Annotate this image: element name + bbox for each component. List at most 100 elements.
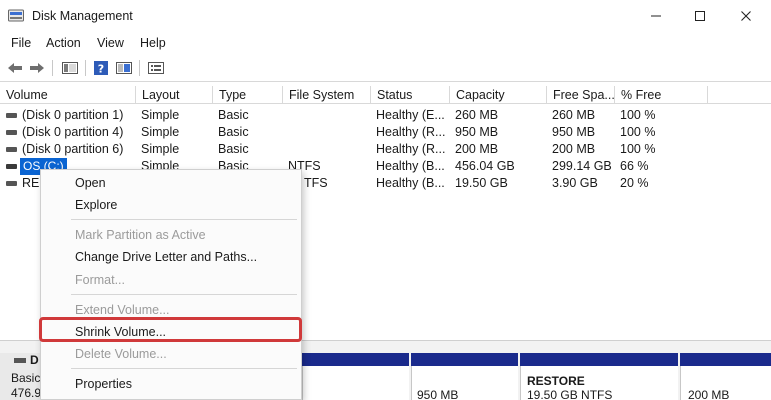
menu-item-mark-active: Mark Partition as Active <box>75 228 206 242</box>
column-header-percent-free[interactable]: % Free <box>615 86 708 104</box>
partition-size: 200 MB <box>688 388 730 400</box>
capacity-cell: 200 MB <box>455 142 499 156</box>
column-header-file-system[interactable]: File System <box>283 86 371 104</box>
back-button[interactable] <box>5 58 25 78</box>
menu-file[interactable]: File <box>11 36 31 50</box>
menu-help[interactable]: Help <box>140 36 166 50</box>
menu-separator <box>71 294 297 295</box>
show-console-tree-button[interactable] <box>60 58 80 78</box>
volume-name: (Disk 0 partition 1) <box>22 108 124 122</box>
volume-icon <box>6 147 17 152</box>
volume-icon <box>6 113 17 118</box>
partition-header-bar <box>520 353 678 366</box>
capacity-cell: 456.04 GB <box>455 159 515 173</box>
minimize-button[interactable] <box>633 0 679 32</box>
partition-size: 950 MB <box>417 388 459 400</box>
status-cell: Healthy (B... <box>376 159 445 173</box>
column-header-free-space[interactable]: Free Spa... <box>547 86 615 104</box>
menu-action[interactable]: Action <box>46 36 81 50</box>
title-bar: Disk Management <box>0 0 771 32</box>
table-row[interactable]: (Disk 0 partition 4) Simple Basic Health… <box>0 124 771 141</box>
type-cell: Basic <box>218 142 249 156</box>
partition-name: RESTORE <box>527 374 585 388</box>
partition-header-bar <box>302 353 409 366</box>
free-space-cell: 299.14 GB <box>552 159 612 173</box>
partition-header-bar <box>680 353 771 366</box>
menu-item-open[interactable]: Open <box>75 176 106 190</box>
menu-separator <box>71 368 297 369</box>
menu-item-properties[interactable]: Properties <box>75 377 132 391</box>
percent-free-cell: 100 % <box>620 142 656 156</box>
disk-size: 476.9 <box>11 386 42 400</box>
toolbar-separator <box>52 60 53 76</box>
menu-separator <box>71 219 297 220</box>
layout-cell: Simple <box>141 142 180 156</box>
volume-name: (Disk 0 partition 6) <box>22 142 124 156</box>
volume-icon <box>6 130 17 135</box>
partition-block[interactable]: 950 MB <box>411 366 518 400</box>
percent-free-cell: 100 % <box>620 108 656 122</box>
maximize-button[interactable] <box>677 0 723 32</box>
status-cell: Healthy (E... <box>376 108 445 122</box>
close-icon <box>741 11 751 21</box>
properties-icon <box>116 62 132 74</box>
menu-view[interactable]: View <box>97 36 124 50</box>
menu-item-format: Format... <box>75 273 126 287</box>
menu-item-change-drive-letter[interactable]: Change Drive Letter and Paths... <box>75 250 257 264</box>
toolbar-separator <box>139 60 140 76</box>
forward-arrow-icon <box>30 63 44 73</box>
partition-block[interactable] <box>302 366 409 400</box>
back-arrow-icon <box>8 63 22 73</box>
partition-header-bar <box>411 353 518 366</box>
capacity-cell: 19.50 GB <box>455 176 508 190</box>
close-button[interactable] <box>723 0 769 32</box>
column-header-empty <box>708 86 771 104</box>
status-cell: Healthy (R... <box>376 142 446 156</box>
type-cell: Basic <box>218 108 249 122</box>
menu-item-extend-volume: Extend Volume... <box>75 303 170 317</box>
help-icon: ? <box>94 61 108 76</box>
svg-text:?: ? <box>98 63 104 76</box>
column-header-capacity[interactable]: Capacity <box>450 86 547 104</box>
partition-block-restore[interactable]: RESTORE 19.50 GB NTFS <box>520 366 678 400</box>
menu-bar: File Action View Help <box>0 32 771 54</box>
column-header-layout[interactable]: Layout <box>136 86 213 104</box>
disk-management-icon <box>8 9 24 23</box>
forward-button[interactable] <box>27 58 47 78</box>
capacity-cell: 950 MB <box>455 125 499 139</box>
list-view-button[interactable] <box>146 58 166 78</box>
volume-icon <box>6 181 17 186</box>
window-title: Disk Management <box>32 9 133 23</box>
disk-type: Basic <box>11 371 41 385</box>
toolbar: ? <box>0 54 771 82</box>
disk-0-label[interactable]: D Basic 476.9 <box>0 353 45 400</box>
volume-name: (Disk 0 partition 4) <box>22 125 124 139</box>
free-space-cell: 950 MB <box>552 125 596 139</box>
column-header-volume[interactable]: Volume <box>0 86 136 104</box>
capacity-cell: 260 MB <box>455 108 499 122</box>
console-tree-icon <box>62 62 78 74</box>
menu-item-explore[interactable]: Explore <box>75 198 117 212</box>
minimize-icon <box>651 15 661 17</box>
percent-free-cell: 20 % <box>620 176 649 190</box>
partition-size: 19.50 GB NTFS <box>527 388 613 400</box>
table-row[interactable]: (Disk 0 partition 6) Simple Basic Health… <box>0 141 771 158</box>
menu-item-delete-volume: Delete Volume... <box>75 347 167 361</box>
list-view-icon <box>148 62 164 74</box>
file-system-cell: TFS <box>304 176 328 190</box>
table-row[interactable]: (Disk 0 partition 1) Simple Basic Health… <box>0 107 771 124</box>
context-menu: Open Explore Mark Partition as Active Ch… <box>40 169 302 400</box>
toolbar-separator <box>85 60 86 76</box>
free-space-cell: 3.90 GB <box>552 176 598 190</box>
help-button[interactable]: ? <box>91 58 111 78</box>
shrink-volume-highlight <box>39 317 302 342</box>
type-cell: Basic <box>218 125 249 139</box>
partition-block[interactable]: 200 MB <box>680 366 771 400</box>
properties-button[interactable] <box>114 58 134 78</box>
column-header-type[interactable]: Type <box>213 86 283 104</box>
percent-free-cell: 100 % <box>620 125 656 139</box>
free-space-cell: 200 MB <box>552 142 596 156</box>
status-cell: Healthy (B... <box>376 176 445 190</box>
column-header-status[interactable]: Status <box>371 86 450 104</box>
percent-free-cell: 66 % <box>620 159 649 173</box>
